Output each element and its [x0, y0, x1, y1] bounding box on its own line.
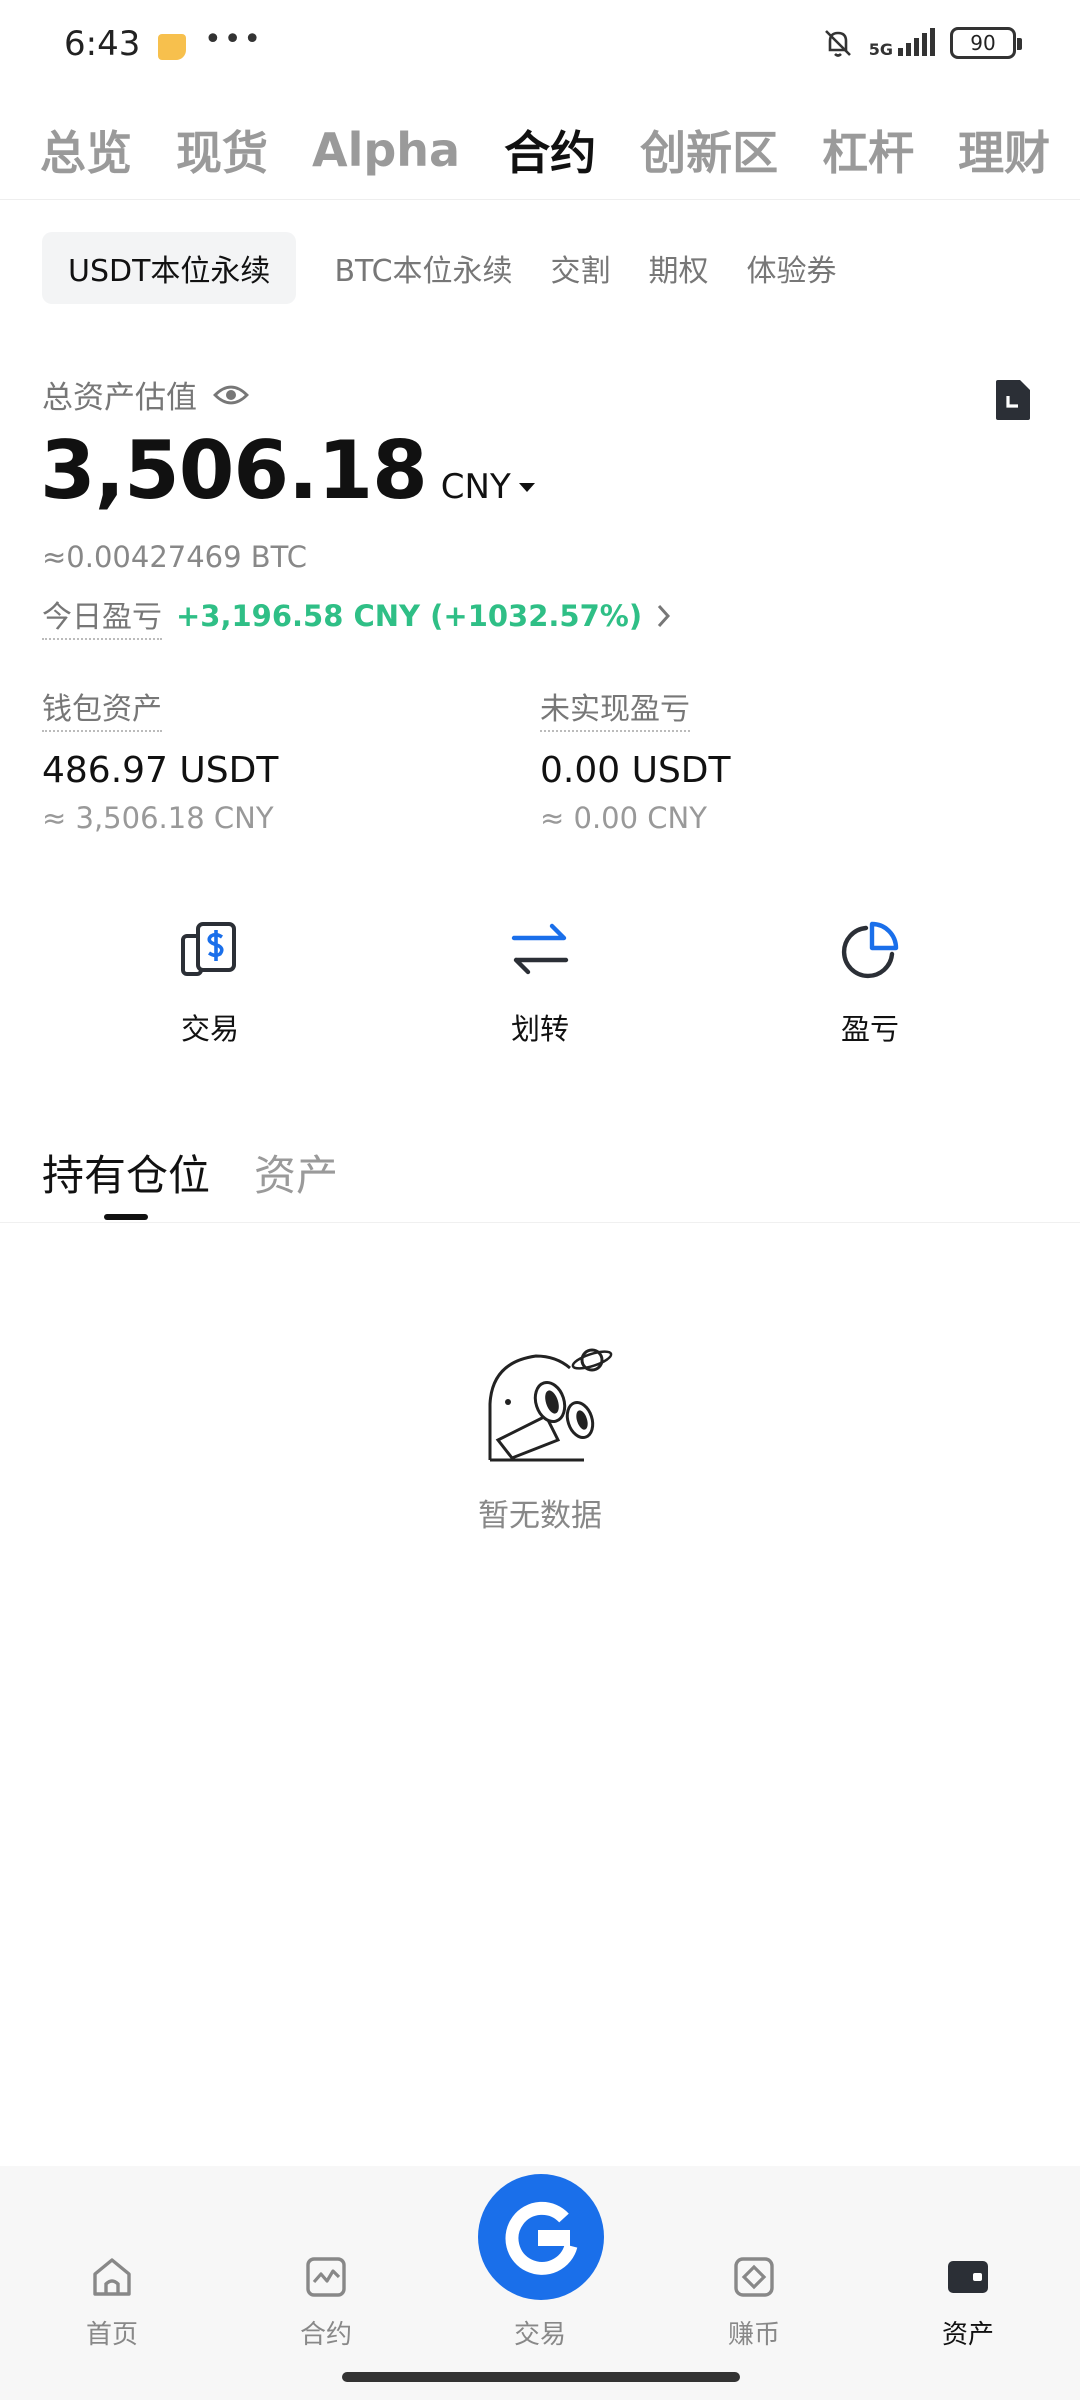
total-assets-value: 3,506.18 [40, 424, 428, 517]
unrealized-pnl-label: 未实现盈亏 [540, 684, 690, 732]
chart-line-icon [306, 2257, 346, 2297]
contract-type-tabs: USDT本位永续 BTC本位永续 交割 期权 体验券 [42, 232, 837, 304]
empty-state-text: 暂无数据 [478, 1498, 602, 1534]
status-bar: 6:43 ••• 5G 90 [0, 0, 1080, 92]
history-document-icon[interactable] [994, 378, 1032, 422]
bottom-navigation: 首页 合约 交易 赚币 资产 [0, 2166, 1080, 2400]
tab-spot[interactable]: 现货 [176, 117, 268, 183]
total-assets-label-row: 总资产估值 [42, 372, 249, 417]
wallet-icon [948, 2261, 988, 2293]
trade-action-button[interactable]: 交易 [110, 918, 310, 1048]
signal-bars-icon [898, 28, 935, 56]
nav-trade-label: 交易 [513, 2320, 566, 2350]
wallet-assets-value: 486.97 USDT [42, 750, 279, 791]
home-indicator [342, 2372, 740, 2382]
pie-chart-icon [841, 921, 899, 979]
tab-holdings[interactable]: 持有仓位 [42, 1142, 210, 1203]
empty-binoculars-illustration [488, 1348, 613, 1462]
tab-margin[interactable]: 杠杆 [822, 117, 914, 183]
caret-down-icon [518, 482, 535, 492]
tab-delivery[interactable]: 交割 [551, 232, 611, 304]
total-assets-value-row: 3,506.18 CNY [40, 424, 535, 517]
status-time: 6:43 [64, 24, 141, 64]
tab-trial-vouchers[interactable]: 体验券 [747, 232, 837, 304]
home-icon [93, 2258, 131, 2296]
trade-logo-icon [505, 2201, 578, 2275]
btc-equivalent: ≈0.00427469 BTC [42, 540, 307, 574]
nav-home-label: 首页 [85, 2320, 138, 2350]
tab-usdt-perpetual[interactable]: USDT本位永续 [42, 232, 297, 304]
nav-futures-label: 合约 [299, 2320, 352, 2350]
nav-assets[interactable]: 资产 [898, 2254, 1038, 2351]
transfer-arrows-icon [511, 923, 569, 975]
position-tabs: 持有仓位 资产 [42, 1142, 338, 1203]
nav-home[interactable]: 首页 [42, 2254, 182, 2351]
wallet-assets-cny: ≈ 3,506.18 CNY [42, 801, 274, 835]
bell-muted-icon [824, 30, 851, 57]
tab-earn[interactable]: 理财 [958, 117, 1050, 183]
tab-divider [0, 1222, 1080, 1223]
currency-label: CNY [440, 467, 511, 507]
transfer-action-label: 划转 [510, 1012, 569, 1046]
message-notification-icon [158, 34, 186, 60]
signal-indicator: 5G [869, 28, 936, 58]
earn-diamond-icon [734, 2257, 774, 2297]
total-assets-label: 总资产估值 [42, 380, 197, 416]
nav-assets-label: 资产 [941, 2320, 994, 2350]
quick-actions: 交易 划转 盈亏 [0, 918, 1080, 1058]
tab-innovation[interactable]: 创新区 [640, 117, 778, 183]
network-type: 5G [868, 40, 893, 59]
today-pnl-value: +3,196.58 CNY (+1032.57%) [176, 599, 643, 633]
tab-assets[interactable]: 资产 [254, 1142, 338, 1203]
battery-indicator: 90 [950, 27, 1022, 59]
nav-trade-button[interactable] [478, 2174, 604, 2300]
pnl-action-label: 盈亏 [840, 1012, 899, 1046]
nav-earn[interactable]: 赚币 [684, 2254, 824, 2351]
trade-dollar-icon [181, 922, 236, 976]
today-pnl-label: 今日盈亏 [42, 592, 162, 640]
top-category-tabs: 总览 现货 Alpha 合约 创新区 杠杆 理财 [0, 100, 1080, 200]
wallet-assets-block: 钱包资产 486.97 USDT ≈ 3,506.18 CNY [42, 684, 278, 835]
unrealized-pnl-cny: ≈ 0.00 CNY [540, 801, 707, 835]
status-indicators: 5G 90 [821, 26, 1022, 60]
unrealized-pnl-value: 0.00 USDT [540, 750, 731, 791]
chevron-right-icon [657, 604, 671, 628]
tab-btc-perpetual[interactable]: BTC本位永续 [334, 232, 512, 304]
eye-icon[interactable] [213, 383, 249, 407]
nav-earn-label: 赚币 [727, 2320, 780, 2350]
today-pnl-row[interactable]: 今日盈亏 +3,196.58 CNY (+1032.57%) [42, 592, 672, 640]
unrealized-pnl-block: 未实现盈亏 0.00 USDT ≈ 0.00 CNY [540, 684, 731, 835]
currency-selector[interactable]: CNY [441, 467, 535, 507]
trade-action-label: 交易 [180, 1012, 239, 1046]
tab-overview[interactable]: 总览 [40, 117, 132, 183]
tab-alpha[interactable]: Alpha [312, 123, 460, 177]
tab-futures[interactable]: 合约 [504, 117, 596, 183]
active-tab-indicator [104, 1214, 148, 1220]
pnl-action-button[interactable]: 盈亏 [770, 918, 970, 1048]
wallet-assets-label: 钱包资产 [42, 684, 162, 732]
nav-futures[interactable]: 合约 [256, 2254, 396, 2351]
more-notifications-icon: ••• [204, 22, 264, 57]
tab-options[interactable]: 期权 [649, 232, 709, 304]
transfer-action-button[interactable]: 划转 [440, 918, 640, 1048]
